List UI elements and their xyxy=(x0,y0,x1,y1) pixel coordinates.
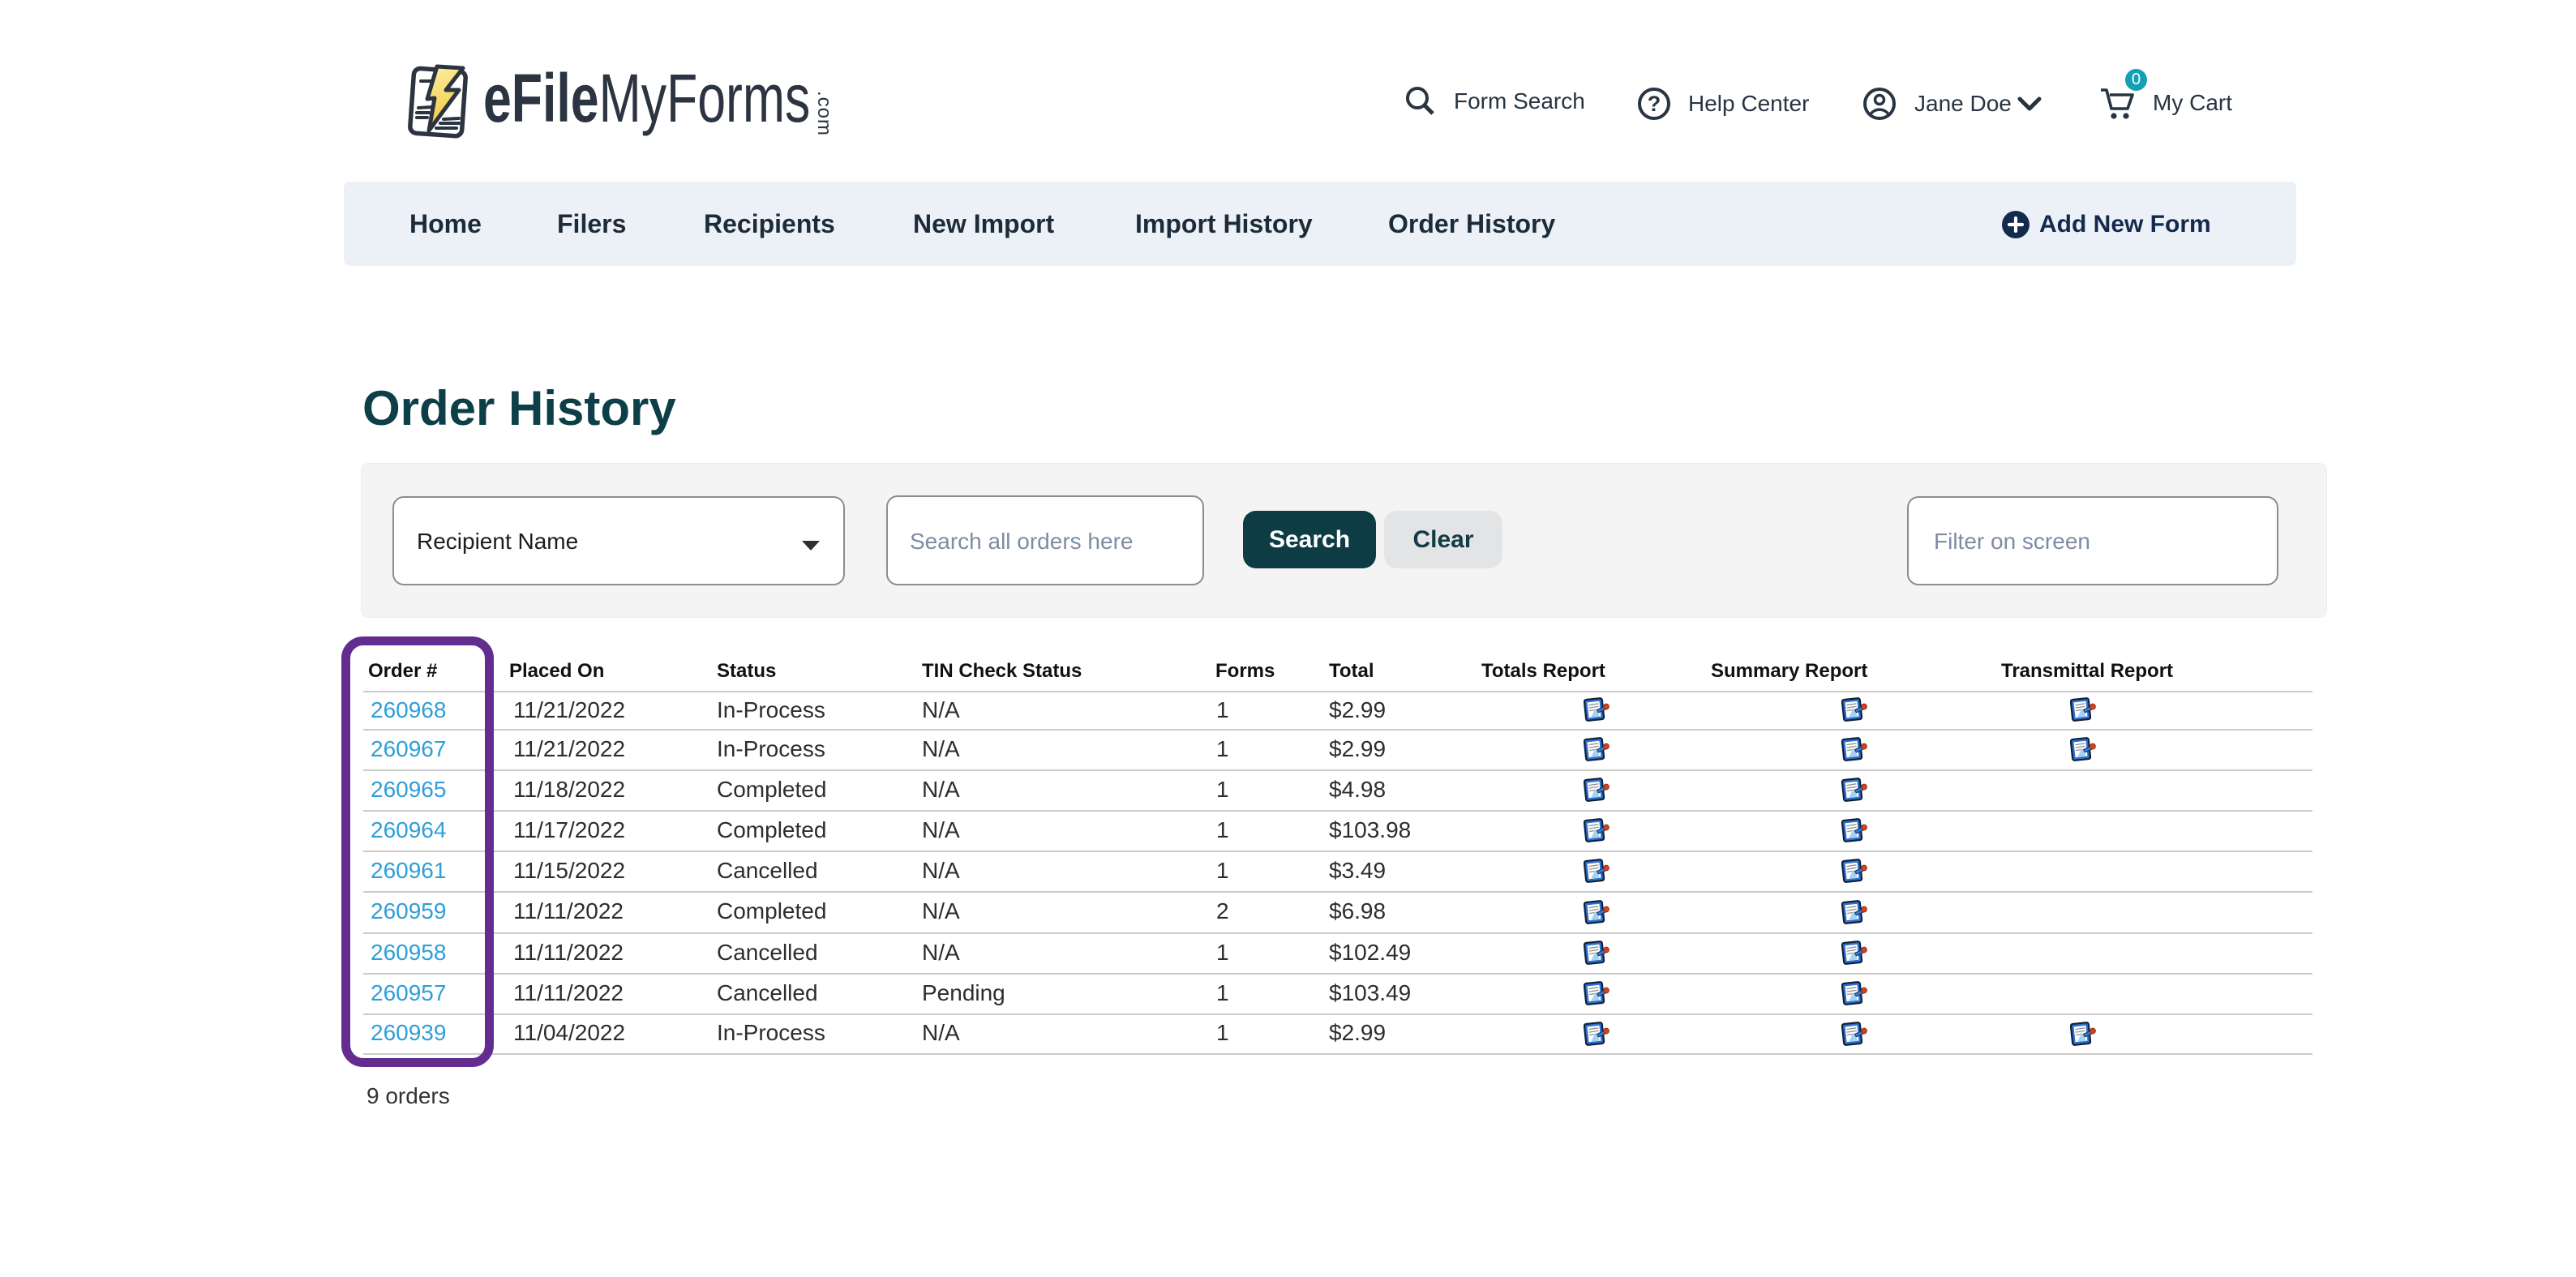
svg-text:?: ? xyxy=(1648,92,1661,116)
